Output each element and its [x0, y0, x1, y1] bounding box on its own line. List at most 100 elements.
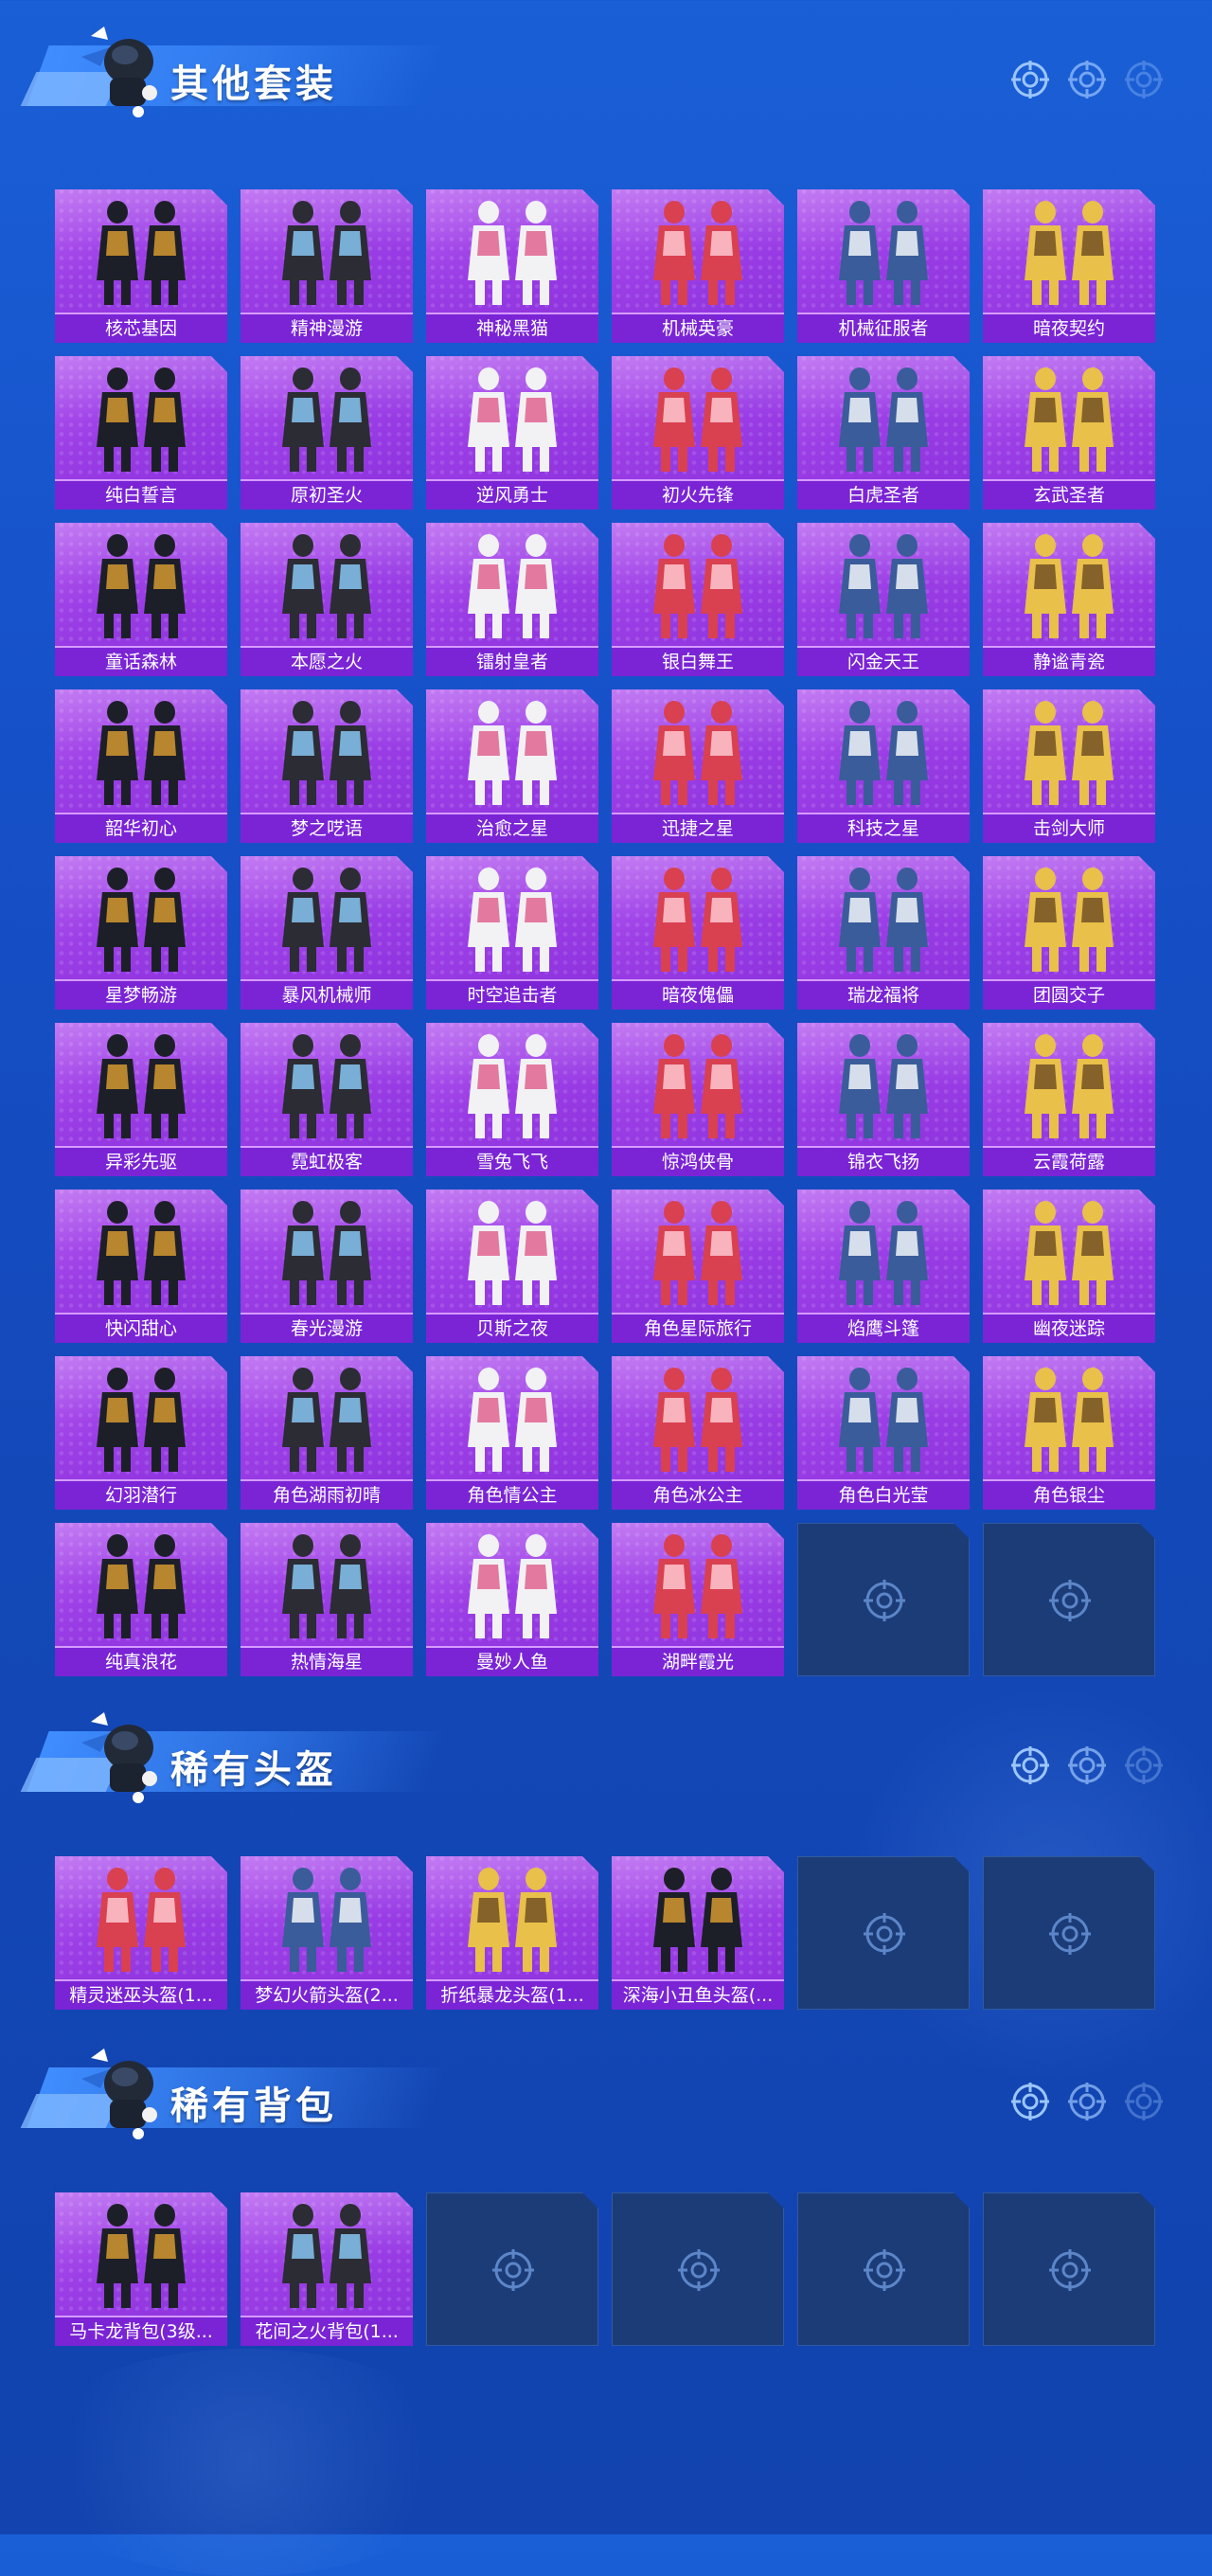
item-card[interactable]: 治愈之星 — [426, 689, 598, 843]
item-card[interactable]: 曼妙人鱼 — [426, 1523, 598, 1676]
crosshair-target-icon — [492, 2249, 534, 2291]
item-card[interactable]: 本愿之火 — [241, 523, 413, 676]
item-card[interactable]: 纯真浪花 — [55, 1523, 227, 1676]
item-image — [1025, 201, 1114, 305]
background-glow — [19, 2349, 473, 2576]
item-card[interactable]: 角色白光莹 — [797, 1356, 970, 1510]
item-card[interactable]: 焰鹰斗篷 — [797, 1190, 970, 1343]
item-card[interactable]: 暴风机械师 — [241, 856, 413, 1010]
empty-slot — [983, 1856, 1155, 2010]
item-card[interactable]: 云霞荷露 — [983, 1023, 1155, 1176]
item-name: 机械征服者 — [797, 313, 970, 343]
item-card[interactable]: 韶华初心 — [55, 689, 227, 843]
item-image — [468, 1368, 557, 1472]
empty-slot — [983, 1523, 1155, 1676]
item-card[interactable]: 锦衣飞扬 — [797, 1023, 970, 1176]
empty-slot — [797, 1856, 970, 2010]
item-card[interactable]: 初火先锋 — [612, 356, 784, 510]
item-name: 雪兔飞飞 — [426, 1146, 598, 1176]
item-image — [97, 534, 186, 638]
item-name: 白虎圣者 — [797, 479, 970, 510]
item-card[interactable]: 湖畔霞光 — [612, 1523, 784, 1676]
item-card[interactable]: 幽夜迷踪 — [983, 1190, 1155, 1343]
item-card[interactable]: 迅捷之星 — [612, 689, 784, 843]
item-card[interactable]: 时空追击者 — [426, 856, 598, 1010]
item-name: 星梦畅游 — [55, 979, 227, 1010]
item-card[interactable]: 梦之呓语 — [241, 689, 413, 843]
item-name: 霓虹极客 — [241, 1146, 413, 1176]
item-card[interactable]: 雪兔飞飞 — [426, 1023, 598, 1176]
item-card[interactable]: 角色星际旅行 — [612, 1190, 784, 1343]
item-name: 热情海星 — [241, 1646, 413, 1676]
item-card[interactable]: 科技之星 — [797, 689, 970, 843]
item-card[interactable]: 快闪甜心 — [55, 1190, 227, 1343]
item-name: 角色情公主 — [426, 1479, 598, 1510]
item-image — [97, 868, 186, 972]
item-image — [97, 2204, 186, 2308]
item-card[interactable]: 神秘黑猫 — [426, 189, 598, 343]
item-card[interactable]: 逆风勇士 — [426, 356, 598, 510]
item-card[interactable]: 马卡龙背包(3级... — [55, 2192, 227, 2346]
item-name: 核芯基因 — [55, 313, 227, 343]
item-card[interactable]: 角色情公主 — [426, 1356, 598, 1510]
item-card[interactable]: 童话森林 — [55, 523, 227, 676]
item-card[interactable]: 花间之火背包(1... — [241, 2192, 413, 2346]
item-card[interactable]: 星梦畅游 — [55, 856, 227, 1010]
item-name: 贝斯之夜 — [426, 1313, 598, 1343]
item-card[interactable]: 热情海星 — [241, 1523, 413, 1676]
item-card[interactable]: 春光漫游 — [241, 1190, 413, 1343]
item-name: 镭射皇者 — [426, 646, 598, 676]
item-card[interactable]: 原初圣火 — [241, 356, 413, 510]
item-name: 湖畔霞光 — [612, 1646, 784, 1676]
item-name: 科技之星 — [797, 813, 970, 843]
crosshair-target-icon — [864, 1913, 905, 1955]
item-image — [653, 1368, 742, 1472]
item-card[interactable]: 团圆交子 — [983, 856, 1155, 1010]
item-name: 深海小丑鱼头盔(... — [612, 1979, 784, 2010]
empty-slot — [797, 2192, 970, 2346]
item-name: 本愿之火 — [241, 646, 413, 676]
item-image — [1025, 701, 1114, 805]
item-name: 原初圣火 — [241, 479, 413, 510]
item-card[interactable]: 机械英豪 — [612, 189, 784, 343]
item-card[interactable]: 机械征服者 — [797, 189, 970, 343]
item-card[interactable]: 角色湖雨初晴 — [241, 1356, 413, 1510]
item-card[interactable]: 核芯基因 — [55, 189, 227, 343]
item-card[interactable]: 瑞龙福将 — [797, 856, 970, 1010]
item-image — [468, 1034, 557, 1138]
item-card[interactable]: 幻羽潜行 — [55, 1356, 227, 1510]
item-card[interactable]: 异彩先驱 — [55, 1023, 227, 1176]
item-name: 静谧青瓷 — [983, 646, 1155, 676]
item-card[interactable]: 深海小丑鱼头盔(... — [612, 1856, 784, 2010]
item-card[interactable]: 角色冰公主 — [612, 1356, 784, 1510]
item-card[interactable]: 静谧青瓷 — [983, 523, 1155, 676]
item-card[interactable]: 白虎圣者 — [797, 356, 970, 510]
item-card[interactable]: 角色银尘 — [983, 1356, 1155, 1510]
item-card[interactable]: 暗夜契约 — [983, 189, 1155, 343]
item-name: 童话森林 — [55, 646, 227, 676]
empty-slot — [612, 2192, 784, 2346]
item-card[interactable]: 惊鸿侠骨 — [612, 1023, 784, 1176]
mascot-character-icon — [81, 27, 157, 117]
item-card[interactable]: 击剑大师 — [983, 689, 1155, 843]
item-card[interactable]: 精灵迷巫头盔(1... — [55, 1856, 227, 2010]
item-card[interactable]: 精神漫游 — [241, 189, 413, 343]
empty-slot — [426, 2192, 598, 2346]
header-decoration — [1009, 1744, 1165, 1786]
item-image — [282, 1868, 371, 1972]
item-card[interactable]: 霓虹极客 — [241, 1023, 413, 1176]
item-card[interactable]: 纯白誓言 — [55, 356, 227, 510]
item-card[interactable]: 闪金天王 — [797, 523, 970, 676]
item-name: 幻羽潜行 — [55, 1479, 227, 1510]
item-card[interactable]: 暗夜傀儡 — [612, 856, 784, 1010]
item-image — [1025, 1201, 1114, 1305]
item-image — [839, 868, 928, 972]
item-card[interactable]: 玄武圣者 — [983, 356, 1155, 510]
item-name: 异彩先驱 — [55, 1146, 227, 1176]
item-card[interactable]: 贝斯之夜 — [426, 1190, 598, 1343]
item-card[interactable]: 梦幻火箭头盔(2... — [241, 1856, 413, 2010]
item-card[interactable]: 折纸暴龙头盔(1... — [426, 1856, 598, 2010]
item-image — [468, 1201, 557, 1305]
item-card[interactable]: 银白舞王 — [612, 523, 784, 676]
item-card[interactable]: 镭射皇者 — [426, 523, 598, 676]
